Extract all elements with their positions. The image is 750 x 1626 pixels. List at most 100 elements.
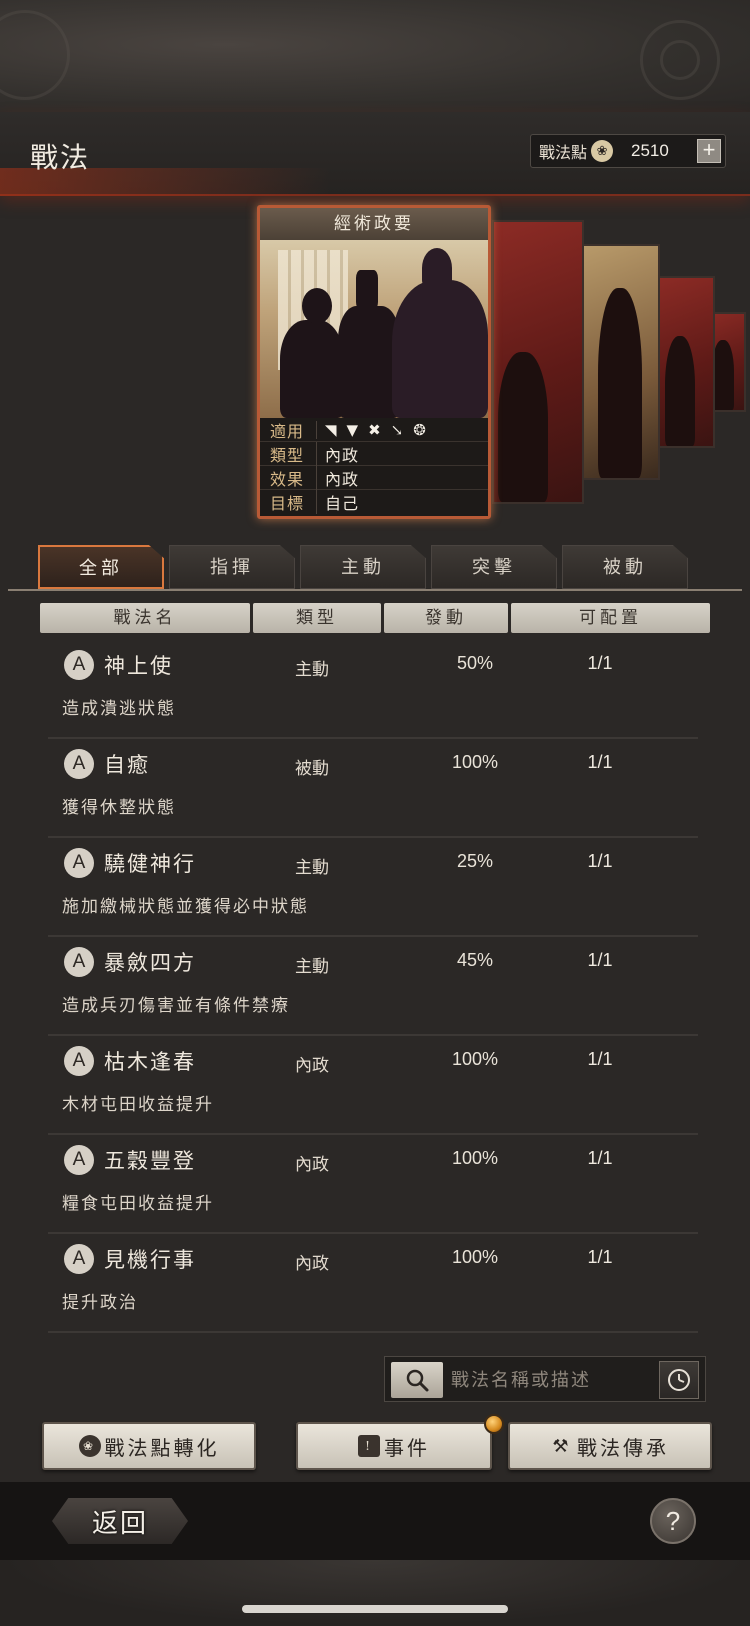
hammer-icon: ⚒ (552, 1435, 572, 1457)
tactic-list[interactable]: A 神上使 主動 50% 1/1 造成潰逃狀態 A 自癒 被動 100% 1/1… (40, 640, 710, 1333)
tab-passive[interactable]: 被動 (562, 545, 688, 589)
grade-badge: A (64, 650, 94, 680)
list-item[interactable]: A 驍健神行 主動 25% 1/1 施加繳械狀態並獲得必中狀態 (40, 838, 710, 937)
unit-type-icons: ◥ ▼ ✖ ↘ ❂ (316, 420, 426, 439)
tactic-name: 枯木逢春 (104, 1050, 196, 1074)
flame-icon: ❀ (591, 140, 614, 162)
tactic-description: 提升政治 (62, 1293, 138, 1313)
tactic-name: 見機行事 (104, 1248, 196, 1272)
inherit-tactic-label: 戰法傳承 (577, 1435, 669, 1460)
tactic-rate: 50% (456, 653, 494, 673)
spear-icon: ↘ (390, 420, 404, 439)
info-key: 目標 (270, 494, 305, 513)
stacked-card[interactable] (580, 244, 660, 480)
tactic-description: 獲得休整狀態 (62, 798, 176, 818)
card-info-table: 適用 ◥ ▼ ✖ ↘ ❂ 類型 內政 效果 內政 目標 自己 (260, 418, 488, 516)
info-row-effect: 效果 內政 (260, 465, 488, 490)
tactic-type: 內政 (295, 1056, 329, 1076)
help-button[interactable]: ? (650, 1498, 696, 1544)
crossed-bows-icon: ✖ (368, 420, 381, 439)
page-title: 戰法 (30, 141, 91, 174)
tactic-description: 木材屯田收益提升 (62, 1095, 214, 1115)
history-button[interactable] (659, 1361, 699, 1399)
add-points-button[interactable]: + (697, 139, 721, 163)
header-bar: 戰法 戰法點 ❀ 2510 + (0, 112, 750, 196)
tab-all[interactable]: 全部 (38, 545, 164, 589)
wheel-icon: ❂ (413, 420, 426, 439)
tactic-slots: 1/1 (587, 653, 613, 673)
tactic-points-box: 戰法點 ❀ 2510 + (530, 134, 726, 168)
tactic-type: 被動 (295, 759, 329, 779)
column-header-rate[interactable]: 發動 (384, 603, 508, 633)
grade-badge: A (64, 1046, 94, 1076)
tactic-type: 內政 (295, 1155, 329, 1175)
tactic-description: 造成潰逃狀態 (62, 699, 176, 719)
stacked-card[interactable] (655, 276, 715, 448)
convert-points-button[interactable]: ❀ 戰法點轉化 (42, 1422, 256, 1470)
tactic-name: 五穀豐登 (104, 1149, 196, 1173)
alert-icon: ! (358, 1435, 380, 1457)
tactic-type: 內政 (295, 1254, 329, 1274)
list-item[interactable]: A 暴斂四方 主動 45% 1/1 造成兵刃傷害並有條件禁療 (40, 937, 710, 1036)
home-indicator[interactable] (242, 1605, 508, 1613)
notification-badge (484, 1414, 504, 1434)
events-label: 事件 (384, 1435, 430, 1460)
card-artwork (260, 240, 488, 418)
inherit-tactic-button[interactable]: ⚒ 戰法傳承 (508, 1422, 712, 1470)
list-item[interactable]: A 見機行事 內政 100% 1/1 提升政治 (40, 1234, 710, 1333)
tactic-name: 驍健神行 (104, 852, 196, 876)
info-row-applicable: 適用 ◥ ▼ ✖ ↘ ❂ (260, 418, 488, 442)
tactic-slots: 1/1 (587, 1247, 613, 1267)
info-value: 自己 (316, 490, 359, 514)
info-row-target: 目標 自己 (260, 490, 488, 514)
tactic-rate: 100% (451, 1148, 499, 1168)
featured-tactic-card[interactable]: 經術政要 適用 ◥ ▼ ✖ ↘ ❂ 類型 內政 效果 內政 目標 自己 (257, 205, 491, 519)
tactic-rate: 100% (451, 1247, 499, 1267)
column-header-name[interactable]: 戰法名 (40, 603, 250, 633)
info-value: 內政 (316, 465, 359, 490)
column-header-slots[interactable]: 可配置 (511, 603, 710, 633)
tactic-card-carousel[interactable]: 經術政要 適用 ◥ ▼ ✖ ↘ ❂ 類型 內政 效果 內政 目標 自己 (0, 196, 750, 536)
list-column-headers: 戰法名 類型 發動 可配置 (40, 603, 710, 633)
info-key: 類型 (270, 445, 305, 465)
tactic-slots: 1/1 (587, 752, 613, 772)
info-key: 效果 (270, 469, 305, 489)
tactic-rate: 25% (456, 851, 494, 871)
column-header-type[interactable]: 類型 (253, 603, 381, 633)
list-item[interactable]: A 五穀豐登 內政 100% 1/1 糧食屯田收益提升 (40, 1135, 710, 1234)
tactic-filter-tabs: 全部 指揮 主動 突擊 被動 (36, 545, 696, 591)
tab-assault[interactable]: 突擊 (431, 545, 557, 589)
search-button[interactable] (391, 1362, 443, 1398)
back-button[interactable]: 返回 (52, 1498, 188, 1544)
events-button[interactable]: ! 事件 (296, 1422, 492, 1470)
list-item[interactable]: A 自癒 被動 100% 1/1 獲得休整狀態 (40, 739, 710, 838)
tab-command[interactable]: 指揮 (169, 545, 295, 589)
grade-badge: A (64, 1244, 94, 1274)
tactic-rate: 45% (456, 950, 494, 970)
tab-active[interactable]: 主動 (300, 545, 426, 589)
tactic-slots: 1/1 (587, 1148, 613, 1168)
info-row-type: 類型 內政 (260, 441, 488, 466)
search-input[interactable] (451, 1363, 651, 1397)
info-key: 適用 (270, 421, 305, 441)
tactic-name: 自癒 (104, 753, 150, 777)
list-item[interactable]: A 枯木逢春 內政 100% 1/1 木材屯田收益提升 (40, 1036, 710, 1135)
tactic-rate: 100% (451, 752, 499, 772)
info-value: 內政 (316, 441, 359, 466)
grade-badge: A (64, 947, 94, 977)
points-label: 戰法點 (539, 143, 588, 162)
grade-badge: A (64, 1145, 94, 1175)
stacked-card[interactable] (492, 220, 584, 504)
list-item[interactable]: A 神上使 主動 50% 1/1 造成潰逃狀態 (40, 640, 710, 739)
shield-icon: ▼ (346, 420, 359, 439)
tactic-slots: 1/1 (587, 950, 613, 970)
tactic-description: 施加繳械狀態並獲得必中狀態 (62, 897, 309, 917)
tactic-name: 暴斂四方 (104, 951, 196, 975)
back-label: 返回 (91, 1508, 148, 1539)
tactic-slots: 1/1 (587, 1049, 613, 1069)
clock-icon (668, 1369, 690, 1391)
tactic-description: 糧食屯田收益提升 (62, 1194, 214, 1214)
bottom-decoration (0, 1560, 750, 1626)
convert-points-label: 戰法點轉化 (104, 1435, 220, 1460)
magnifier-icon (406, 1369, 429, 1392)
